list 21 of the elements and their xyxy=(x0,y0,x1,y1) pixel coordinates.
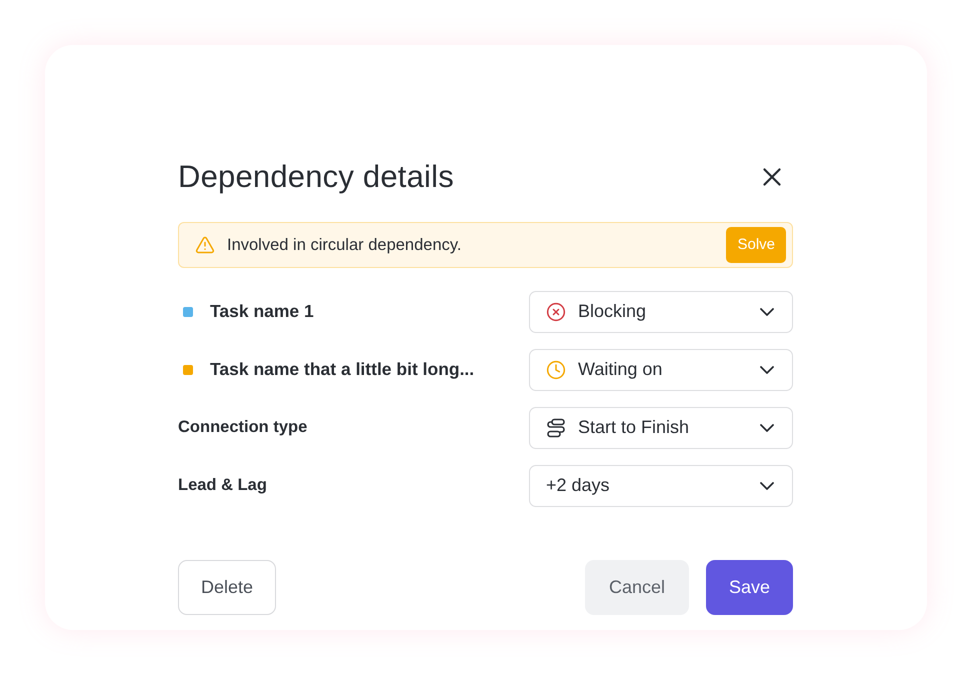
x-circle-icon xyxy=(546,302,566,322)
dropdown-select[interactable]: Blocking xyxy=(529,290,793,332)
primary-action-button[interactable]: Save xyxy=(706,560,793,615)
task-name: Task name that a little bit long... xyxy=(210,358,474,382)
task-name: Task name 1 xyxy=(210,300,314,324)
chevron-down-icon xyxy=(760,482,774,490)
chevron-down-icon xyxy=(760,308,774,316)
connection-icon xyxy=(546,418,566,438)
field-label: Connection type xyxy=(178,417,308,438)
field-label: Lead & Lag xyxy=(178,475,267,496)
warning-message: Involved in circular dependency. xyxy=(227,234,462,256)
clock-icon xyxy=(546,360,566,380)
chevron-down-icon xyxy=(760,366,774,374)
outline-action-button[interactable]: Delete xyxy=(178,560,276,615)
chevron-down-icon xyxy=(760,424,774,432)
secondary-action-button[interactable]: Cancel xyxy=(585,560,689,615)
dropdown-select[interactable]: Start to Finish xyxy=(529,406,793,448)
dropdown-select[interactable]: Waiting on xyxy=(529,348,793,390)
dropdown-select[interactable]: +2 days xyxy=(529,464,793,506)
dialog-title: Dependency details xyxy=(178,158,454,196)
warning-icon xyxy=(195,235,215,255)
